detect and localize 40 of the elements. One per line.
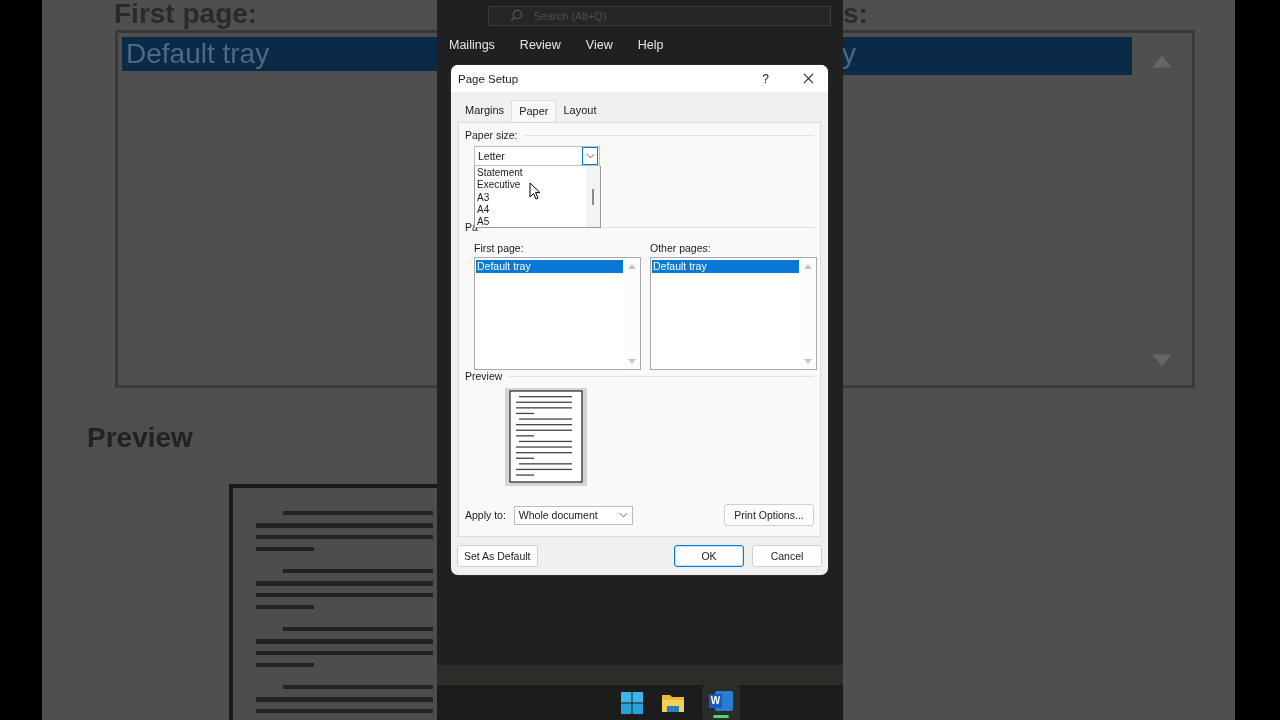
close-icon[interactable] bbox=[803, 73, 814, 85]
background-list-item: Default tray bbox=[122, 37, 437, 71]
dropdown-option[interactable]: Statement bbox=[477, 167, 586, 180]
cancel-button[interactable]: Cancel bbox=[752, 545, 822, 568]
ribbon-tab[interactable]: Help bbox=[637, 37, 664, 52]
scroll-down-icon[interactable] bbox=[627, 358, 637, 366]
scroll-down-icon[interactable] bbox=[803, 358, 813, 366]
mouse-cursor-icon bbox=[529, 182, 541, 201]
ribbon-tab[interactable]: View bbox=[585, 37, 613, 52]
windows-logo-icon[interactable] bbox=[620, 690, 644, 715]
dropdown-option[interactable]: A3 bbox=[477, 191, 586, 204]
field-label: First page: bbox=[474, 242, 525, 255]
list-item[interactable]: Default tray bbox=[652, 260, 799, 274]
ok-button[interactable]: OK bbox=[674, 545, 744, 568]
dialog-tab[interactable]: Paper bbox=[511, 100, 557, 124]
chevron-down-icon bbox=[618, 512, 628, 519]
dialog-title: Page Setup bbox=[458, 72, 520, 85]
dropdown-option[interactable]: A4 bbox=[477, 203, 586, 217]
dialog-tab[interactable]: Layout bbox=[556, 100, 604, 123]
dialog-tab[interactable]: Margins bbox=[458, 100, 512, 123]
paper-size-dropdown[interactable]: Letter bbox=[474, 146, 600, 167]
chevron-down-icon bbox=[585, 153, 595, 160]
scroll-up-icon[interactable] bbox=[627, 263, 637, 271]
help-button[interactable]: ? bbox=[762, 71, 769, 86]
print-options-button[interactable]: Print Options... bbox=[724, 504, 814, 527]
apply-to-dropdown[interactable]: Whole document bbox=[513, 505, 633, 525]
set-as-default-button[interactable]: Set As Default bbox=[457, 545, 538, 568]
scroll-up-icon[interactable] bbox=[803, 263, 813, 271]
field-label: Other pages: bbox=[650, 242, 712, 255]
dropdown-option[interactable]: A5 bbox=[477, 216, 586, 228]
ribbon-tab[interactable]: Mailings bbox=[449, 37, 495, 52]
section-label: Preview bbox=[465, 370, 503, 383]
list-item[interactable]: Default tray bbox=[476, 260, 623, 274]
field-label: Apply to: bbox=[465, 509, 506, 522]
tray-listbox[interactable]: Default tray bbox=[474, 257, 641, 371]
section-label: Paper size: bbox=[465, 129, 518, 142]
scrollbar-thumb[interactable] bbox=[592, 189, 594, 206]
dropdown-option[interactable]: Executive bbox=[477, 179, 586, 192]
tray-listbox[interactable]: Default tray bbox=[650, 257, 817, 371]
ribbon-tab[interactable]: Review bbox=[519, 37, 561, 52]
